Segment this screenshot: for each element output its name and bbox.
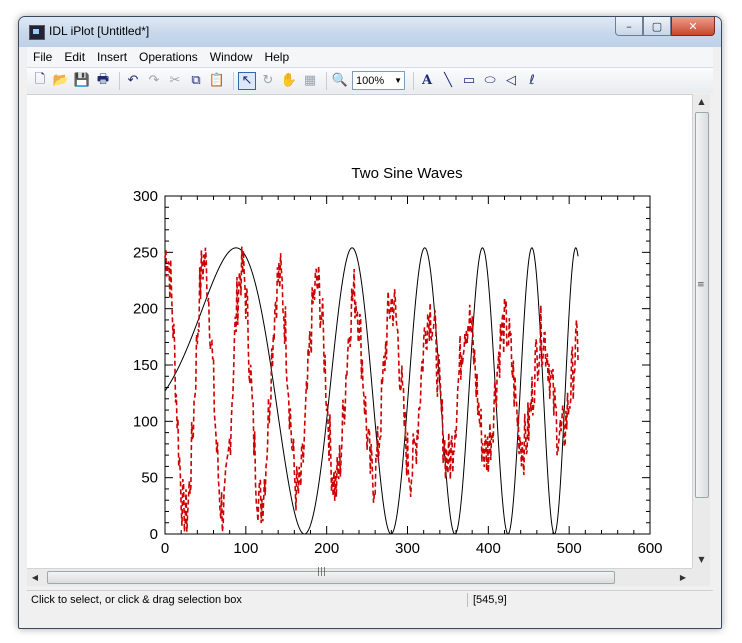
y-tick-label: 250 (133, 244, 158, 261)
y-tick-label: 300 (133, 188, 158, 205)
save-icon[interactable]: 💾 (73, 72, 91, 90)
toolbar-separator (413, 71, 414, 90)
scroll-right-icon[interactable]: ▶ (675, 569, 691, 586)
toolbar: 🗋 📂 💾 🖶 ↶ ↷ ✂ ⧉ 📋 ↖ ↻ ✋ ▦ 🔍 100% ▼ A ╲ ▭… (27, 68, 713, 93)
horizontal-scroll-thumb[interactable] (47, 571, 615, 584)
status-bar: Click to select, or click & drag selecti… (27, 590, 713, 609)
chart-title: Two Sine Waves (351, 165, 462, 182)
rectangle-icon[interactable]: ▭ (460, 72, 478, 90)
title-bar[interactable]: IDL iPlot [Untitled*] – ▢ ✕ (19, 17, 721, 47)
menu-edit[interactable]: Edit (58, 50, 91, 64)
undo-icon[interactable]: ↶ (124, 72, 142, 90)
x-tick-label: 400 (476, 540, 501, 557)
zoom-magnifier-icon[interactable]: 🔍 (331, 72, 349, 90)
toolbar-separator (119, 71, 120, 90)
cut-icon[interactable]: ✂ (166, 72, 184, 90)
x-tick-label: 300 (395, 540, 420, 557)
line-icon[interactable]: ╲ (439, 72, 457, 90)
status-divider (467, 593, 468, 607)
menu-file[interactable]: File (27, 50, 58, 64)
chevron-down-icon: ▼ (394, 76, 402, 85)
series-line-dashed (164, 246, 579, 532)
app-window: IDL iPlot [Untitled*] – ▢ ✕ File Edit In… (18, 16, 722, 629)
y-tick-label: 100 (133, 413, 158, 430)
plot-frame (164, 195, 651, 535)
cursor-coordinates: [545,9] (473, 594, 507, 606)
minimize-button[interactable]: – (615, 17, 643, 36)
x-tick-label: 200 (314, 540, 339, 557)
menu-bar: File Edit Insert Operations Window Help (27, 47, 713, 68)
axis-ticks (164, 195, 651, 535)
zoom-select[interactable]: 100% ▼ (352, 71, 405, 90)
copy-icon[interactable]: ⧉ (187, 72, 205, 90)
x-tick-label: 100 (233, 540, 258, 557)
window-controls: – ▢ ✕ (615, 17, 715, 36)
y-tick-label: 0 (150, 526, 158, 543)
x-tick-label: 0 (161, 540, 169, 557)
scroll-down-icon[interactable]: ▼ (693, 552, 710, 568)
menu-help[interactable]: Help (258, 50, 295, 64)
scroll-left-icon[interactable]: ◀ (27, 569, 43, 586)
x-tick-label: 500 (557, 540, 582, 557)
print-icon[interactable]: 🖶 (94, 72, 112, 90)
scroll-up-icon[interactable]: ▲ (693, 94, 710, 110)
vertical-scroll-thumb[interactable] (695, 112, 709, 498)
x-tick-label: 600 (637, 540, 662, 557)
polygon-icon[interactable]: ◁ (502, 72, 520, 90)
y-tick-label: 200 (133, 301, 158, 318)
zoom-value: 100% (356, 74, 385, 87)
pan-hand-icon[interactable]: ✋ (280, 72, 298, 90)
new-file-icon[interactable]: 🗋 (31, 72, 49, 90)
close-button[interactable]: ✕ (671, 17, 715, 36)
y-tick-label: 150 (133, 357, 158, 374)
data-range-icon[interactable]: ▦ (301, 72, 319, 90)
oval-icon[interactable]: ⬭ (481, 72, 499, 90)
y-tick-label: 50 (141, 470, 158, 487)
open-folder-icon[interactable]: 📂 (52, 72, 70, 90)
freehand-icon[interactable]: ℓ (523, 72, 541, 90)
select-arrow-icon[interactable]: ↖ (238, 71, 256, 90)
rotate-icon[interactable]: ↻ (259, 72, 277, 90)
paste-icon[interactable]: 📋 (208, 72, 226, 90)
window-title: IDL iPlot [Untitled*] (49, 24, 150, 38)
scroll-grip-icon: ||| (317, 567, 327, 577)
menu-insert[interactable]: Insert (91, 50, 133, 64)
toolbar-separator (326, 71, 327, 90)
series-line-solid (164, 247, 579, 535)
redo-icon[interactable]: ↷ (145, 72, 163, 90)
status-message: Click to select, or click & drag selecti… (31, 594, 242, 606)
idl-app-icon (29, 25, 45, 40)
maximize-button[interactable]: ▢ (643, 17, 671, 36)
axis-tick-labels: 0 100 200 300 400 500 600 0 50 100 150 200 250 300 (133, 188, 663, 557)
menu-operations[interactable]: Operations (133, 50, 204, 64)
scroll-grip-icon: ≡ (697, 280, 705, 290)
sine-wave-chart: Two Sine Waves 0 100 200 300 400 500 600 0 50 100… (133, 165, 663, 557)
toolbar-separator (233, 71, 234, 90)
menu-window[interactable]: Window (204, 50, 259, 64)
text-icon[interactable]: A (418, 72, 436, 90)
plot-canvas[interactable]: Two Sine Waves 0 100 200 300 400 500 600 0 50 100… (27, 94, 692, 569)
vertical-scrollbar[interactable]: ▲ ≡ ▼ (692, 94, 710, 568)
scroll-corner (692, 568, 710, 586)
horizontal-scrollbar[interactable]: ◀ ||| ▶ (27, 567, 692, 586)
